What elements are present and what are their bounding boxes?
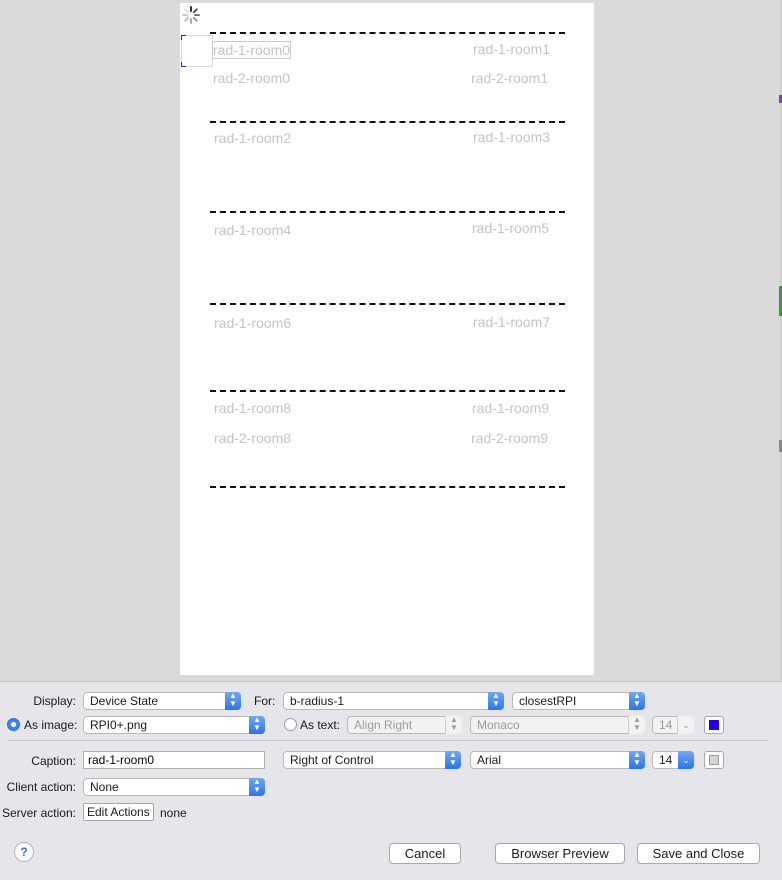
caption-color-well[interactable] (704, 751, 724, 769)
as-image-radio[interactable] (7, 718, 20, 731)
room-caption[interactable]: rad-1-room1 (473, 41, 550, 57)
divider-line (210, 32, 565, 34)
help-button[interactable]: ? (14, 842, 34, 862)
popup-arrows-icon: ▲ ▼ (249, 778, 265, 796)
room-caption[interactable]: rad-1-room9 (472, 400, 549, 416)
selected-control-image[interactable] (181, 35, 213, 67)
room-caption[interactable]: rad-1-room8 (214, 400, 291, 416)
room-caption[interactable]: rad-2-room1 (471, 70, 548, 86)
text-font-select[interactable]: Monaco ▲ ▼ (470, 716, 645, 734)
text-color-well[interactable] (704, 716, 724, 734)
panel-separator (8, 740, 768, 741)
room-caption[interactable]: rad-1-room4 (214, 222, 291, 238)
as-text-radio[interactable] (284, 718, 297, 731)
divider-line (210, 303, 565, 305)
save-and-close-button[interactable]: Save and Close (637, 843, 760, 864)
as-image-label: As image: (24, 718, 78, 732)
loading-spinner-icon (182, 6, 200, 24)
chevron-down-icon: ⌄ (678, 751, 694, 769)
for-state-value: closestRPI (519, 694, 577, 708)
caption-label: Caption: (31, 754, 76, 768)
room-caption[interactable]: rad-1-room0 (211, 41, 292, 59)
room-caption[interactable]: rad-2-room0 (213, 70, 290, 86)
control-inspector-panel: Display: Device State ▲ ▼ For: b-radius-1… (0, 681, 782, 880)
popup-arrows-icon: ▲ ▼ (488, 692, 504, 710)
divider-line (210, 486, 565, 488)
image-file-select[interactable]: RPI0+.png ▲ ▼ (83, 716, 265, 734)
room-caption[interactable]: rad-1-room5 (472, 220, 549, 236)
room-caption[interactable]: rad-1-room3 (473, 129, 550, 145)
room-caption[interactable]: rad-1-room6 (214, 315, 291, 331)
server-action-value: none (160, 806, 187, 820)
edit-actions-button[interactable]: Edit Actions (83, 803, 154, 821)
room-caption[interactable]: rad-1-room2 (214, 130, 291, 146)
browser-preview-button[interactable]: Browser Preview (495, 843, 625, 864)
caption-position-value: Right of Control (290, 753, 374, 767)
caption-position-select[interactable]: Right of Control ▲ ▼ (283, 751, 461, 769)
display-type-value: Device State (90, 694, 159, 708)
for-label: For: (254, 694, 276, 708)
text-font-value: Monaco (477, 718, 520, 732)
for-state-select[interactable]: closestRPI ▲ ▼ (512, 692, 645, 710)
for-device-select[interactable]: b-radius-1 ▲ ▼ (283, 692, 504, 710)
client-action-select[interactable]: None ▲ ▼ (83, 778, 265, 796)
room-caption[interactable]: rad-1-room7 (473, 314, 550, 330)
text-size-combo[interactable]: 14 ⌄ (652, 716, 694, 734)
text-align-select[interactable]: Align Right ▲ ▼ (347, 716, 462, 734)
popup-arrows-icon: ▲ ▼ (249, 716, 265, 734)
caption-input[interactable] (83, 751, 265, 769)
caption-font-select[interactable]: Arial ▲ ▼ (470, 751, 645, 769)
divider-line (210, 211, 565, 213)
client-action-label: Client action: (6, 780, 76, 794)
display-label: Display: (33, 694, 76, 708)
divider-line (210, 390, 565, 392)
caption-font-value: Arial (477, 753, 502, 767)
server-action-label: Server action: (1, 806, 76, 820)
client-action-value: None (90, 780, 119, 794)
popup-arrows-icon: ▲ ▼ (225, 692, 241, 710)
room-caption[interactable]: rad-2-room8 (214, 430, 291, 446)
text-size-value: 14 (659, 718, 673, 732)
popup-arrows-icon: ▲ ▼ (445, 716, 462, 734)
for-device-value: b-radius-1 (290, 694, 345, 708)
room-caption[interactable]: rad-2-room9 (471, 430, 548, 446)
popup-arrows-icon: ▲ ▼ (445, 751, 461, 769)
caption-color-fill (709, 755, 719, 765)
text-color-fill (709, 720, 719, 730)
divider-line (210, 121, 565, 123)
popup-arrows-icon: ▲ ▼ (629, 751, 645, 769)
popup-arrows-icon: ▲ ▼ (629, 692, 645, 710)
caption-size-value: 14 (659, 753, 673, 767)
popup-arrows-icon: ▲ ▼ (628, 716, 645, 734)
as-text-label: As text: (300, 718, 341, 732)
design-workspace: rad-1-room0 rad-1-room1 rad-2-room0 rad-… (0, 0, 782, 680)
caption-size-combo[interactable]: 14 ⌄ (652, 751, 694, 769)
cancel-button[interactable]: Cancel (389, 843, 461, 864)
text-align-value: Align Right (354, 718, 413, 732)
chevron-down-icon: ⌄ (677, 716, 694, 734)
display-type-select[interactable]: Device State ▲ ▼ (83, 692, 241, 710)
control-page-canvas[interactable]: rad-1-room0 rad-1-room1 rad-2-room0 rad-… (180, 3, 594, 675)
image-file-value: RPI0+.png (90, 718, 148, 732)
